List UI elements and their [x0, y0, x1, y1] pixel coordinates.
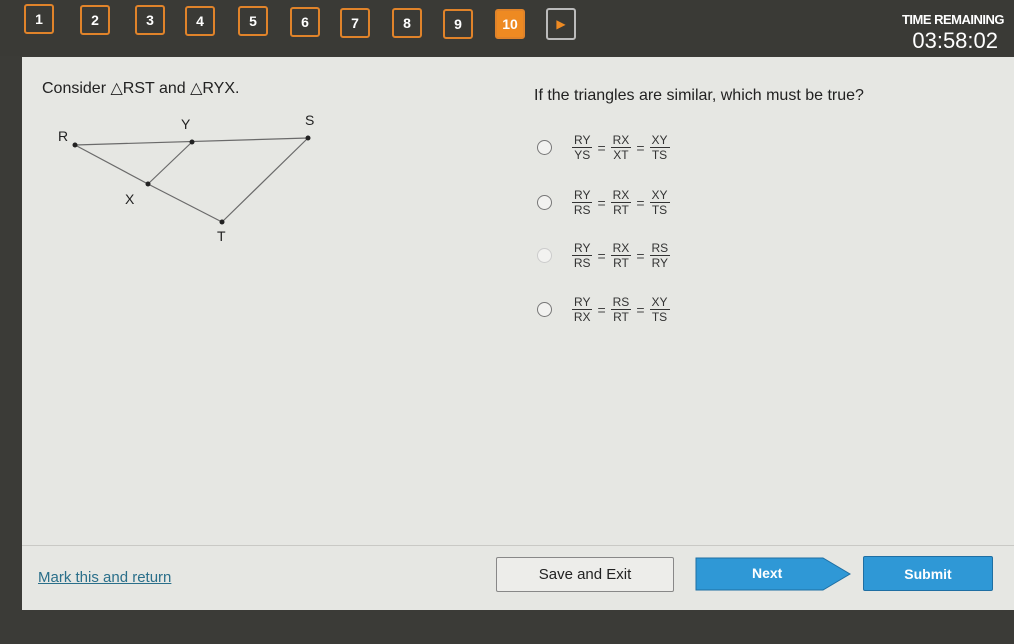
numerator: XY — [649, 133, 670, 148]
denominator: XT — [613, 148, 629, 162]
numerator: RX — [610, 241, 632, 256]
radio-button[interactable] — [537, 140, 552, 155]
label-s: S — [305, 112, 314, 128]
save-and-exit-button[interactable]: Save and Exit — [496, 557, 674, 592]
answer-option[interactable]: RY RS = RX RT = RS RY — [537, 241, 672, 270]
timer: 03:58:02 — [912, 28, 998, 53]
label-r: R — [58, 128, 68, 144]
numerator: RY — [572, 295, 593, 310]
fraction: RY RX — [570, 295, 594, 324]
next-question-button[interactable]: ▶ — [546, 8, 576, 40]
question-3-button[interactable]: 3 — [135, 5, 165, 36]
fraction: RX RT — [609, 188, 634, 217]
denominator: TS — [651, 203, 668, 217]
question-8-button[interactable]: 8 — [392, 8, 422, 39]
radio-button[interactable] — [537, 195, 552, 210]
numerator: RY — [572, 241, 593, 256]
denominator: TS — [651, 148, 668, 162]
label-y: Y — [181, 116, 191, 132]
fraction: RY YS — [570, 133, 594, 162]
question-6-button[interactable]: 6 — [290, 7, 320, 37]
next-button[interactable]: Next — [695, 557, 851, 591]
numerator: RY — [572, 133, 593, 148]
radio-button[interactable] — [537, 248, 552, 263]
denominator: RT — [613, 310, 629, 324]
timer-label: TIME REMAINING — [901, 12, 1005, 27]
equals-sign: = — [597, 301, 606, 318]
equals-sign: = — [597, 139, 606, 156]
screen-bezel — [0, 610, 1014, 644]
denominator: RT — [613, 203, 629, 217]
equals-sign: = — [636, 247, 645, 264]
denominator: RY — [651, 256, 669, 270]
footer-divider — [22, 545, 1014, 546]
fraction: RY RS — [570, 188, 594, 217]
question-10-button[interactable]: 10 — [495, 9, 525, 40]
denominator: RT — [613, 256, 629, 270]
question-1-button[interactable]: 1 — [24, 4, 54, 34]
equals-sign: = — [636, 301, 645, 318]
mark-and-return-link[interactable]: Mark this and return — [38, 569, 171, 586]
play-arrow-icon: ▶ — [556, 17, 566, 31]
submit-button[interactable]: Submit — [863, 556, 993, 591]
fraction: RX XT — [609, 133, 634, 162]
label-t: T — [217, 228, 226, 244]
answer-option[interactable]: RY YS = RX XT = XY TS — [537, 133, 672, 162]
answer-option[interactable]: RY RS = RX RT = XY TS — [537, 188, 672, 217]
question-7-button[interactable]: 7 — [340, 7, 370, 38]
fraction: XY TS — [648, 133, 672, 162]
question-5-button[interactable]: 5 — [238, 6, 268, 37]
denominator: YS — [574, 148, 591, 162]
numerator: RS — [649, 241, 671, 256]
numerator: XY — [649, 295, 670, 310]
numerator: RX — [610, 188, 632, 203]
denominator: RX — [573, 310, 591, 324]
fraction: XY TS — [648, 188, 672, 217]
next-label: Next — [752, 565, 783, 581]
question-4-button[interactable]: 4 — [185, 5, 215, 36]
fraction: RX RT — [609, 241, 634, 270]
fraction: RS RY — [648, 241, 673, 270]
question-9-button[interactable]: 9 — [443, 8, 473, 39]
equals-sign: = — [597, 247, 606, 264]
denominator: RS — [573, 256, 591, 270]
denominator: TS — [651, 310, 668, 324]
question-panel: Consider △RST and △RYX. R Y S X T If the… — [22, 57, 1014, 610]
answer-option[interactable]: RY RX = RS RT = XY TS — [537, 295, 672, 324]
equals-sign: = — [636, 194, 645, 211]
question-text: If the triangles are similar, which must… — [534, 87, 864, 104]
equals-sign: = — [636, 139, 645, 156]
numerator: RX — [610, 133, 632, 148]
equals-sign: = — [597, 194, 606, 211]
numerator: XY — [649, 188, 670, 203]
triangle-diagram: R Y S X T — [58, 112, 314, 244]
denominator: RS — [573, 203, 591, 217]
question-2-button[interactable]: 2 — [80, 4, 110, 35]
numerator: RS — [610, 295, 632, 310]
top-bar: 1 2 3 4 5 6 7 8 9 10 ▶ TIME REMAINING 03:58:02 — [0, 0, 1014, 56]
fraction: RS RT — [609, 295, 634, 324]
numerator: RY — [572, 188, 593, 203]
fraction: RY RS — [570, 241, 594, 270]
label-x: X — [125, 191, 135, 207]
radio-button[interactable] — [537, 302, 552, 317]
fraction: XY TS — [648, 295, 672, 324]
